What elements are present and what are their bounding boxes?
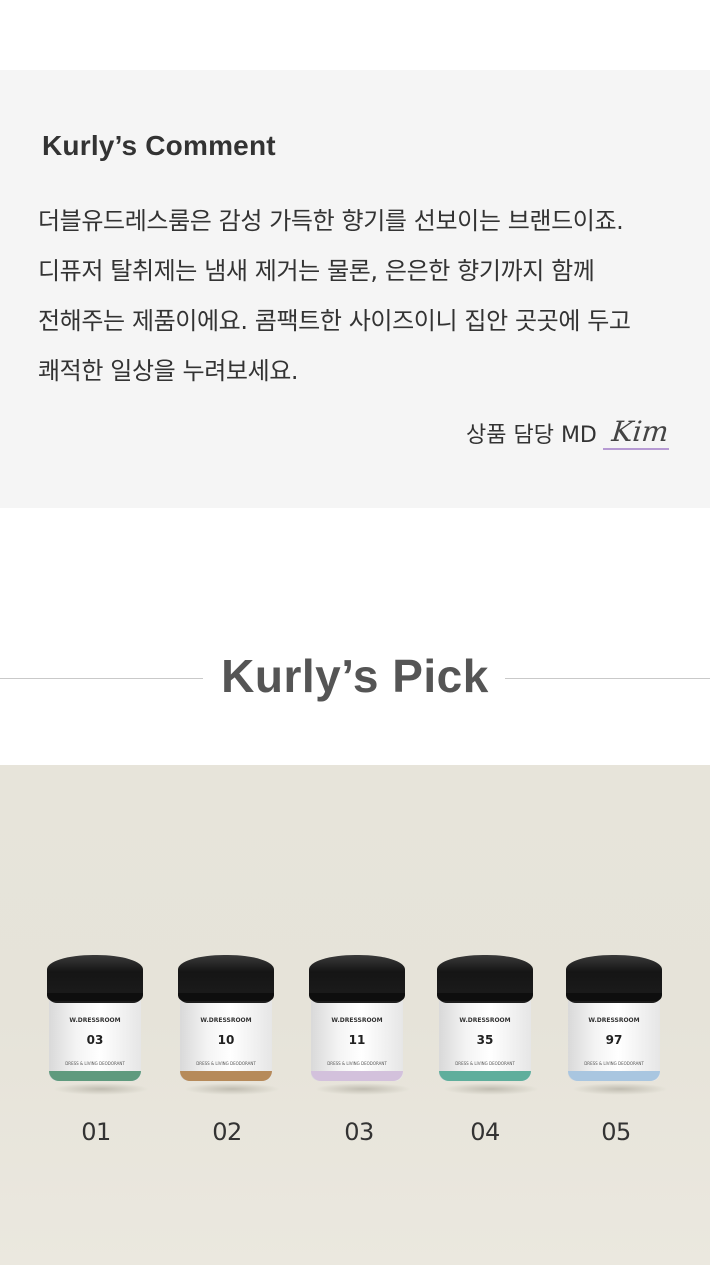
product-jar: W.DRESSROOM 35 DRESS & LIVING DEODORANT — [435, 955, 539, 1095]
jar-number: 10 — [217, 1033, 235, 1047]
comment-title: Kurly’s Comment — [42, 130, 276, 161]
jar-lid-ring — [47, 993, 143, 1001]
jar-body: W.DRESSROOM 11 DRESS & LIVING DEODORANT — [311, 999, 403, 1081]
jar-color-band — [568, 1071, 660, 1081]
jar-body: W.DRESSROOM 35 DRESS & LIVING DEODORANT — [439, 999, 531, 1081]
jar-lid-ring — [309, 993, 405, 1001]
product-number-label: 03 — [344, 1118, 374, 1146]
jar-footer: DRESS & LIVING DEODORANT — [196, 1061, 256, 1066]
jar-footer: DRESS & LIVING DEODORANT — [584, 1061, 644, 1066]
jar-lid-ring — [178, 993, 274, 1001]
signature-handwriting: Kim — [610, 415, 671, 448]
md-signature: 상품 담당 MD Kim — [466, 410, 671, 450]
jar-brand: W.DRESSROOM — [588, 1017, 640, 1024]
product-jar: W.DRESSROOM 97 DRESS & LIVING DEODORANT — [564, 955, 668, 1095]
jar-color-band — [49, 1071, 141, 1081]
product-jar: W.DRESSROOM 11 DRESS & LIVING DEODORANT — [307, 955, 411, 1095]
product-number-label: 02 — [212, 1118, 242, 1146]
jar-color-band — [180, 1071, 272, 1081]
jar-number: 35 — [476, 1033, 494, 1047]
product-number-label: 05 — [601, 1118, 631, 1146]
signature-name: Kim — [602, 412, 671, 450]
jar-number: 03 — [86, 1033, 104, 1047]
jar-color-band — [439, 1071, 531, 1081]
jar-body: W.DRESSROOM 10 DRESS & LIVING DEODORANT — [180, 999, 272, 1081]
jar-number: 97 — [605, 1033, 623, 1047]
jar-shadow — [572, 1083, 668, 1095]
jar-brand: W.DRESSROOM — [459, 1017, 511, 1024]
jar-footer: DRESS & LIVING DEODORANT — [327, 1061, 387, 1066]
kurlys-pick-heading: Kurly’s Pick — [0, 645, 710, 711]
comment-body: 더블유드레스룸은 감성 가득한 향기를 선보이는 브랜드이죠. 디퓨저 탈취제는… — [38, 207, 631, 385]
jar-shadow — [443, 1083, 539, 1095]
product-jar: W.DRESSROOM 10 DRESS & LIVING DEODORANT — [176, 955, 280, 1095]
product-number-label: 01 — [81, 1118, 111, 1146]
jar-color-band — [311, 1071, 403, 1081]
jar-body: W.DRESSROOM 97 DRESS & LIVING DEODORANT — [568, 999, 660, 1081]
jar-body: W.DRESSROOM 03 DRESS & LIVING DEODORANT — [49, 999, 141, 1081]
jar-number: 11 — [348, 1033, 366, 1047]
jar-footer: DRESS & LIVING DEODORANT — [455, 1061, 515, 1066]
jar-shadow — [315, 1083, 411, 1095]
jar-shadow — [184, 1083, 280, 1095]
product-jar: W.DRESSROOM 03 DRESS & LIVING DEODORANT — [45, 955, 149, 1095]
product-photo: W.DRESSROOM 03 DRESS & LIVING DEODORANT W.D… — [0, 765, 710, 1265]
jar-brand: W.DRESSROOM — [331, 1017, 383, 1024]
product-number-label: 04 — [470, 1118, 500, 1146]
jar-brand: W.DRESSROOM — [200, 1017, 252, 1024]
divider-right — [505, 678, 710, 679]
jar-footer: DRESS & LIVING DEODORANT — [65, 1061, 125, 1066]
jar-brand: W.DRESSROOM — [69, 1017, 121, 1024]
jar-shadow — [53, 1083, 149, 1095]
signature-label: 상품 담당 MD — [466, 423, 597, 448]
jar-lid-ring — [566, 993, 662, 1001]
pick-title: Kurly’s Pick — [221, 650, 489, 702]
jar-lid-ring — [437, 993, 533, 1001]
